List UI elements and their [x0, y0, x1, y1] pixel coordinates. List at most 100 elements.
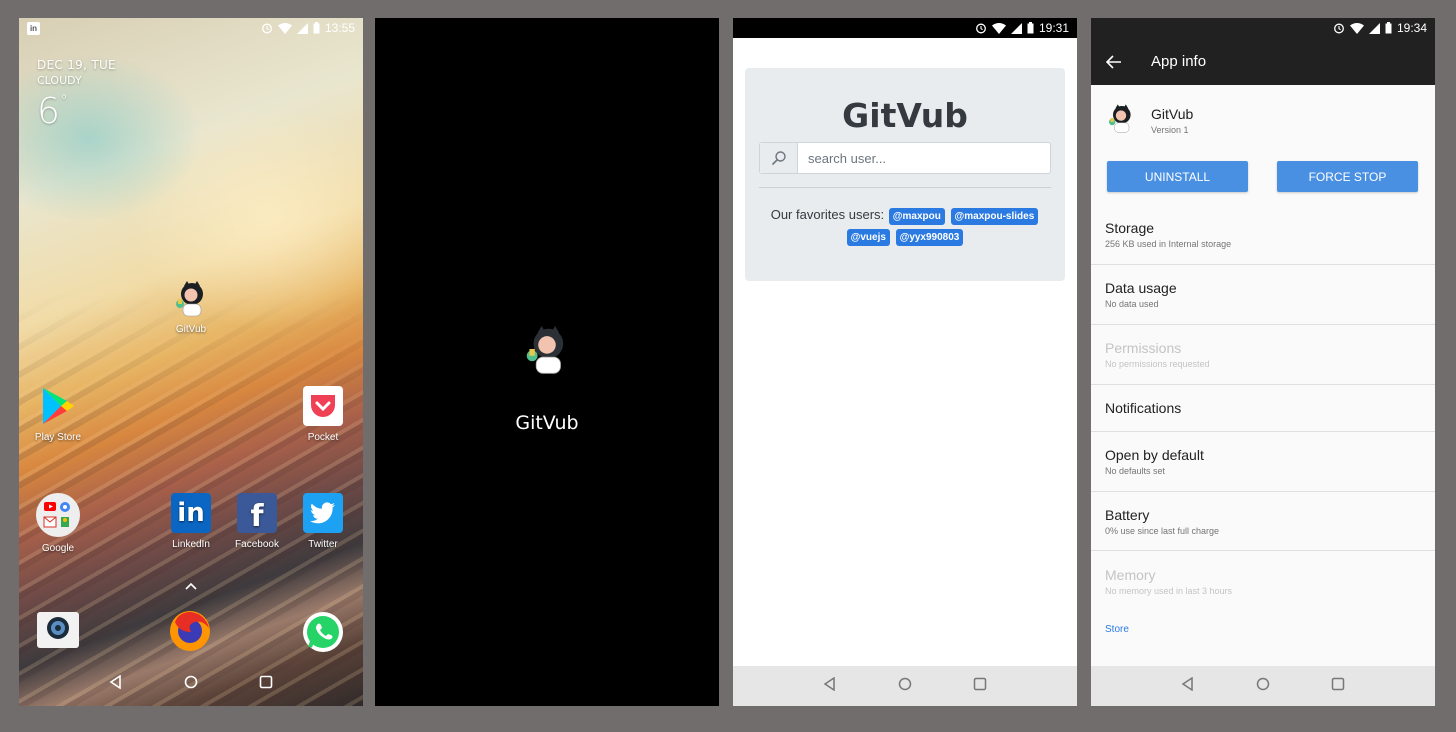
play-store-label: Play Store	[34, 432, 82, 443]
app-play-store[interactable]: Play Store	[26, 386, 90, 443]
recents-icon[interactable]	[1331, 677, 1345, 696]
recents-icon[interactable]	[259, 675, 273, 694]
home-icon[interactable]	[1256, 677, 1270, 696]
signal-icon	[296, 22, 308, 34]
pocket-label: Pocket	[307, 432, 339, 443]
facebook-label: Facebook	[235, 539, 279, 550]
dock-whatsapp[interactable]	[302, 611, 344, 653]
gitvub-icon	[171, 278, 211, 318]
facebook-icon: f	[237, 493, 277, 534]
alarm-icon	[975, 22, 987, 34]
favorite-user-tag[interactable]: @maxpou	[888, 208, 945, 225]
splash-title: GitVub	[515, 412, 579, 434]
data-usage-row[interactable]: Data usage No data used	[1091, 265, 1435, 325]
battery-row[interactable]: Battery 0% use since last full charge	[1091, 492, 1435, 551]
home-icon[interactable]	[898, 677, 912, 696]
favorite-user-tag[interactable]: @maxpou-slides	[950, 208, 1039, 225]
recents-icon[interactable]	[973, 677, 987, 696]
nav-bar	[19, 662, 363, 706]
splash-screen: GitVub	[375, 18, 719, 706]
open-by-default-row[interactable]: Open by default No defaults set	[1091, 432, 1435, 492]
permissions-row: Permissions No permissions requested	[1091, 325, 1435, 385]
wifi-icon	[991, 22, 1006, 34]
dock-firefox[interactable]	[169, 610, 211, 652]
app-google-folder[interactable]: Google	[26, 493, 90, 554]
search-input[interactable]	[798, 143, 1050, 173]
camera-icon	[44, 614, 72, 647]
app-linkedin[interactable]: in LinkedIn	[159, 493, 223, 550]
app-drawer-chevron-icon[interactable]	[184, 578, 198, 596]
signal-icon	[1368, 22, 1380, 34]
linkedin-notification-icon: in	[27, 21, 40, 35]
app-header: GitVub Version 1	[1105, 102, 1193, 139]
row-title: Open by default	[1105, 447, 1204, 463]
dock-camera[interactable]	[37, 612, 79, 648]
linkedin-label: LinkedIn	[172, 539, 210, 550]
search-icon	[760, 143, 798, 173]
gitvub-icon	[1105, 102, 1137, 139]
linkedin-icon: in	[171, 493, 211, 533]
gitvub-app-screen: 19:31 GitVub Our favorites users: @maxpo…	[733, 18, 1077, 706]
app-name: GitVub	[1151, 106, 1194, 122]
alarm-icon	[1333, 22, 1345, 34]
date-weather-widget[interactable]: DEC 19, TUE CLOUDY 6°	[37, 58, 116, 132]
store-link[interactable]: Store	[1105, 624, 1129, 635]
app-bar: App info	[1091, 38, 1435, 85]
row-subtitle: 256 KB used in Internal storage	[1105, 239, 1232, 249]
row-subtitle: No data used	[1105, 299, 1159, 309]
back-icon[interactable]	[1181, 676, 1195, 696]
row-title: Data usage	[1105, 280, 1177, 296]
search-card: GitVub Our favorites users: @maxpou @max…	[745, 68, 1065, 281]
battery-icon	[1027, 22, 1034, 34]
row-title: Battery	[1105, 506, 1150, 523]
nav-bar	[1091, 666, 1435, 706]
google-label: Google	[41, 543, 75, 554]
favorites-section: Our favorites users: @maxpou @maxpou-sli…	[745, 204, 1065, 246]
favorite-user-tag[interactable]: @vuejs	[846, 229, 890, 246]
back-icon[interactable]	[823, 676, 837, 696]
search-box	[759, 142, 1051, 174]
wifi-icon	[277, 22, 292, 34]
row-subtitle: No memory used in last 3 hours	[1105, 585, 1233, 596]
row-title: Notifications	[1105, 400, 1182, 416]
row-title: Permissions	[1105, 340, 1182, 356]
google-folder-icon	[36, 493, 80, 537]
home-icon[interactable]	[184, 675, 198, 694]
app-info-screen: 19:34 App info GitVub Version 1 UNINSTAL…	[1091, 18, 1435, 706]
favorite-user-tag[interactable]: @yyx990803	[895, 229, 964, 246]
row-subtitle: No defaults set	[1105, 466, 1166, 476]
app-pocket[interactable]: Pocket	[291, 386, 355, 443]
app-gitvub[interactable]: GitVub	[159, 278, 223, 335]
row-subtitle: 0% use since last full charge	[1105, 525, 1220, 536]
date-text: DEC 19, TUE	[37, 58, 116, 72]
uninstall-button[interactable]: UNINSTALL	[1107, 161, 1248, 192]
back-arrow-icon[interactable]	[1091, 54, 1137, 69]
weather-text: CLOUDY	[37, 74, 82, 87]
status-time: 13:55	[324, 21, 355, 35]
storage-row[interactable]: Storage 256 KB used in Internal storage	[1091, 205, 1435, 265]
app-title: GitVub	[842, 96, 968, 135]
row-subtitle: No permissions requested	[1105, 359, 1210, 369]
degree-symbol: °	[59, 91, 68, 110]
firefox-icon	[169, 611, 211, 656]
twitter-label: Twitter	[308, 539, 338, 550]
temperature-value: 6	[37, 91, 60, 132]
signal-icon	[1010, 22, 1022, 34]
notifications-row[interactable]: Notifications	[1091, 385, 1435, 432]
status-bar: 19:31	[733, 18, 1077, 38]
nav-bar	[733, 666, 1077, 706]
divider	[759, 187, 1051, 188]
battery-icon	[1385, 22, 1392, 34]
page-title: App info	[1151, 53, 1207, 70]
force-stop-button[interactable]: FORCE STOP	[1277, 161, 1418, 192]
back-icon[interactable]	[109, 674, 123, 694]
twitter-icon	[303, 493, 343, 533]
status-bar: in 13:55	[19, 18, 363, 38]
status-bar: 19:34	[1091, 18, 1435, 38]
app-twitter[interactable]: Twitter	[291, 493, 355, 550]
row-title: Memory	[1105, 566, 1156, 583]
app-facebook[interactable]: f Facebook	[225, 493, 289, 550]
temperature-text: 6°	[37, 91, 116, 132]
settings-list: Storage 256 KB used in Internal storage …	[1091, 205, 1435, 611]
play-store-icon	[38, 386, 78, 426]
